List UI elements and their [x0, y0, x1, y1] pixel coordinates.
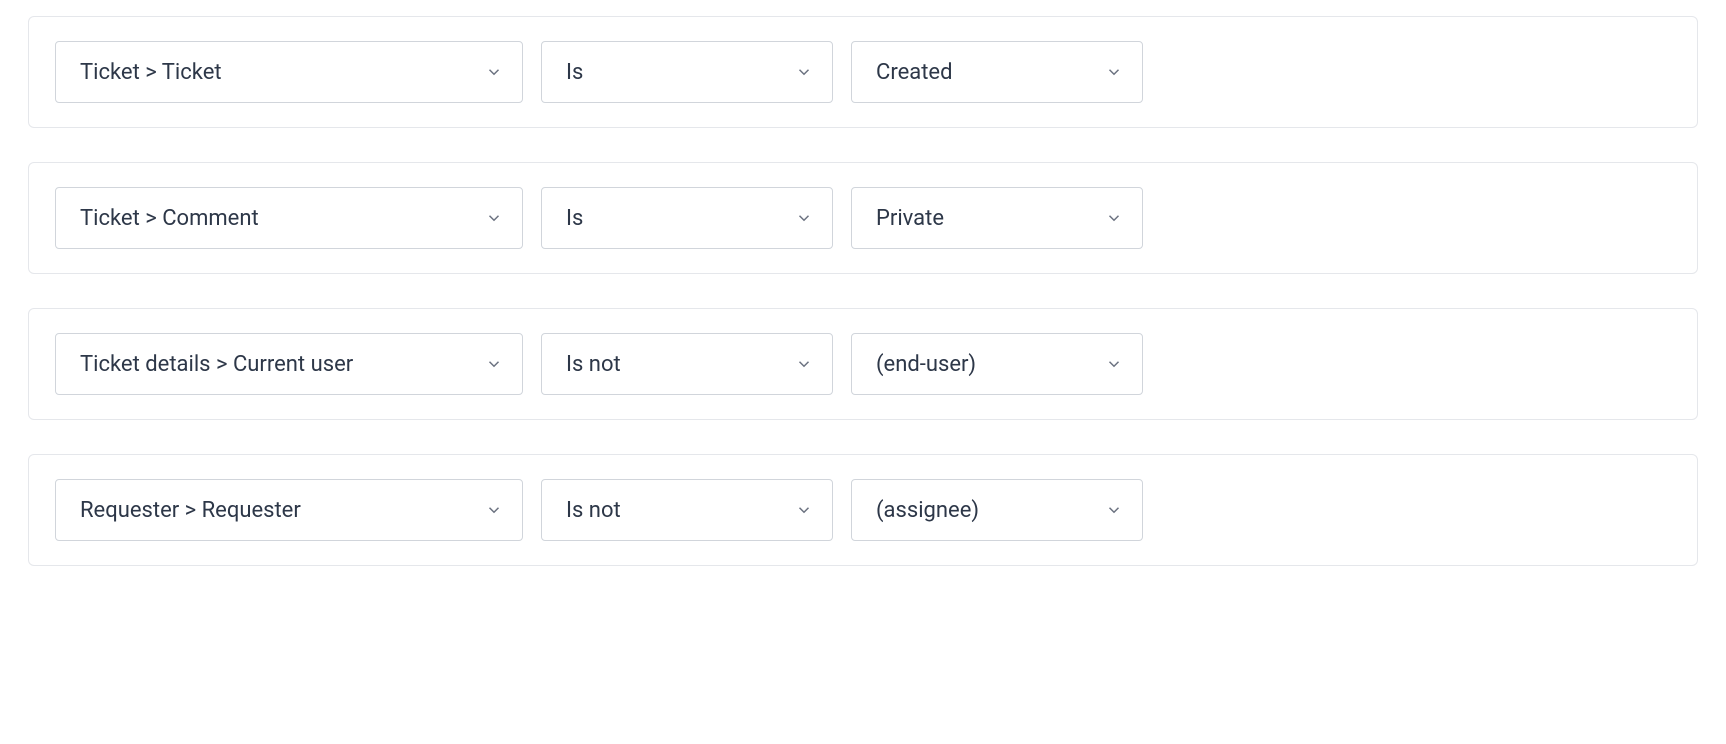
- value-dropdown-label: (assignee): [876, 498, 979, 523]
- chevron-down-icon: [1104, 500, 1124, 520]
- operator-dropdown-label: Is not: [566, 498, 621, 523]
- operator-dropdown-label: Is: [566, 60, 583, 85]
- field-dropdown-label: Ticket > Comment: [80, 206, 259, 231]
- field-dropdown[interactable]: Ticket details > Current user: [55, 333, 523, 395]
- value-dropdown-label: Private: [876, 206, 944, 231]
- value-dropdown[interactable]: Created: [851, 41, 1143, 103]
- chevron-down-icon: [484, 354, 504, 374]
- condition-row: Ticket > Comment Is Private: [28, 162, 1698, 274]
- field-dropdown[interactable]: Requester > Requester: [55, 479, 523, 541]
- field-dropdown[interactable]: Ticket > Ticket: [55, 41, 523, 103]
- value-dropdown[interactable]: Private: [851, 187, 1143, 249]
- operator-dropdown-label: Is not: [566, 352, 621, 377]
- operator-dropdown[interactable]: Is not: [541, 333, 833, 395]
- chevron-down-icon: [484, 62, 504, 82]
- value-dropdown-label: (end-user): [876, 352, 976, 377]
- operator-dropdown[interactable]: Is not: [541, 479, 833, 541]
- condition-row: Ticket details > Current user Is not (en…: [28, 308, 1698, 420]
- operator-dropdown[interactable]: Is: [541, 41, 833, 103]
- operator-dropdown-label: Is: [566, 206, 583, 231]
- field-dropdown-label: Ticket details > Current user: [80, 352, 353, 377]
- field-dropdown-label: Ticket > Ticket: [80, 60, 222, 85]
- chevron-down-icon: [1104, 354, 1124, 374]
- chevron-down-icon: [794, 500, 814, 520]
- value-dropdown[interactable]: (end-user): [851, 333, 1143, 395]
- chevron-down-icon: [794, 62, 814, 82]
- chevron-down-icon: [484, 500, 504, 520]
- chevron-down-icon: [1104, 62, 1124, 82]
- conditions-list: Ticket > Ticket Is Created Ticket > Comm…: [28, 16, 1698, 566]
- operator-dropdown[interactable]: Is: [541, 187, 833, 249]
- field-dropdown[interactable]: Ticket > Comment: [55, 187, 523, 249]
- condition-row: Ticket > Ticket Is Created: [28, 16, 1698, 128]
- value-dropdown[interactable]: (assignee): [851, 479, 1143, 541]
- condition-row: Requester > Requester Is not (assignee): [28, 454, 1698, 566]
- chevron-down-icon: [794, 354, 814, 374]
- field-dropdown-label: Requester > Requester: [80, 498, 301, 523]
- chevron-down-icon: [484, 208, 504, 228]
- chevron-down-icon: [1104, 208, 1124, 228]
- value-dropdown-label: Created: [876, 60, 952, 85]
- chevron-down-icon: [794, 208, 814, 228]
